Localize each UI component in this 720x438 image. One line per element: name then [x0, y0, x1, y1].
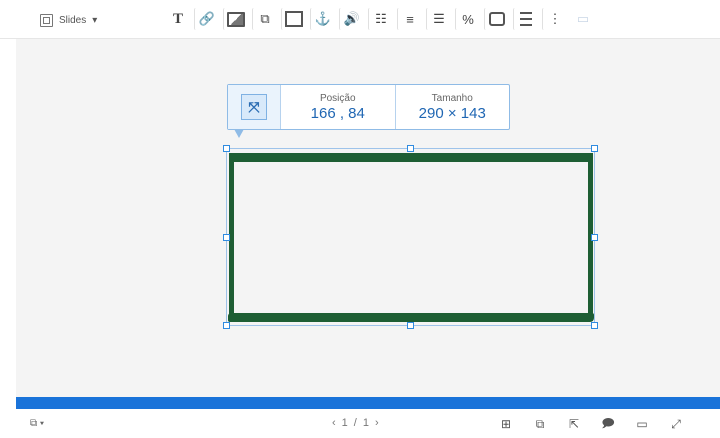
current-slide-number: 1 [341, 417, 348, 429]
position-readout: Posição 166 , 84 [281, 85, 395, 129]
notes-slide-icon: ▭ [636, 417, 648, 431]
position-size-tooltip: ⤧ Posição 166 , 84 Tamanho 290 × 143 [227, 84, 510, 138]
selection-outline [226, 148, 595, 326]
percent-tool-icon: % [462, 11, 474, 27]
slide-actions: ⊞ ⧉ ⇱ 🗩 ▭ ⤢ [494, 415, 688, 433]
duplicate-slide-button[interactable]: ⧉ [528, 415, 552, 433]
chevron-down-icon: ▾ [92, 14, 98, 26]
next-slide-button[interactable]: › [375, 417, 379, 429]
panel-toggle-icon: ▭ [576, 11, 590, 26]
position-value: 166 , 84 [310, 104, 365, 122]
resize-handle-bottom[interactable] [407, 322, 414, 329]
resize-handle-left[interactable] [223, 234, 230, 241]
slides-menu-label: Slides [59, 14, 87, 26]
slides-icon [40, 13, 53, 27]
text-tool-button[interactable]: T [166, 8, 190, 30]
slides-menu[interactable]: Slides ▾ [40, 10, 97, 30]
resize-handle-top-right[interactable] [591, 145, 598, 152]
slides-panel-button[interactable]: ⧉ ▾ [30, 418, 44, 429]
align-tool-icon [520, 12, 532, 26]
comment-tool-icon [489, 12, 505, 26]
prev-slide-button[interactable]: ‹ [332, 417, 336, 429]
slide-pager: ‹ 1 / 1 › [332, 417, 379, 429]
shape-tool-button[interactable]: ⧉ [252, 8, 277, 30]
expand-icon: ⤧ [248, 98, 260, 115]
video-tool-button[interactable] [281, 8, 306, 30]
numbered-list-button[interactable]: ≡ [397, 8, 422, 30]
size-label: Tamanho [431, 92, 473, 104]
audio-tool-button[interactable]: 🔊 [339, 8, 364, 30]
add-slide-button[interactable]: ⊞ [494, 415, 518, 433]
size-readout: Tamanho 290 × 143 [394, 85, 510, 129]
bottom-bar: ⧉ ▾ ‹ 1 / 1 › ⊞ ⧉ ⇱ 🗩 ▭ ⤢ [0, 409, 720, 438]
image-tool-button[interactable] [223, 8, 248, 30]
link-tool-icon: 🔗 [198, 11, 216, 26]
export-slide-button[interactable]: ⇱ [562, 415, 586, 433]
fullscreen-button[interactable]: ⤢ [664, 415, 688, 433]
more-menu-icon: ⋮ [548, 11, 562, 26]
more-menu-button[interactable]: ⋮ [542, 8, 567, 30]
text-tool-icon: T [172, 10, 183, 27]
slides-panel-icon: ⧉ [30, 418, 38, 429]
align-tool-button[interactable] [513, 8, 538, 30]
link-tool-button[interactable]: 🔗 [194, 8, 219, 30]
resize-handle-top-left[interactable] [223, 145, 230, 152]
fit-section: ⤧ [228, 85, 281, 129]
options-tool-button[interactable]: ☷ [368, 8, 393, 30]
comment-tool-button[interactable] [484, 8, 509, 30]
anchor-tool-button[interactable]: ⚓ [310, 8, 335, 30]
anchor-tool-icon: ⚓ [314, 11, 332, 26]
notes-slide-button[interactable]: ▭ [630, 415, 654, 433]
percent-tool-button[interactable]: % [455, 8, 480, 30]
toolbar-tools: T 🔗 ⧉ ⚓ 🔊 ☷ ≡ ☰ % ⋮ ▭ [166, 8, 595, 30]
fit-to-slide-button[interactable]: ⤧ [241, 94, 267, 120]
slide-strip-bar [16, 397, 720, 409]
size-value: 290 × 143 [418, 104, 486, 122]
image-tool-icon [227, 11, 245, 27]
comment-slide-icon: 🗩 [601, 415, 615, 430]
audio-tool-icon: 🔊 [343, 11, 361, 26]
bullet-list-icon: ☰ [433, 11, 445, 26]
comment-slide-button[interactable]: 🗩 [596, 415, 620, 433]
position-label: Posição [319, 92, 356, 104]
numbered-list-icon: ≡ [406, 11, 414, 27]
total-slides: 1 [362, 417, 369, 429]
resize-handle-bottom-right[interactable] [591, 322, 598, 329]
selected-shape[interactable] [223, 145, 598, 329]
add-slide-icon: ⊞ [500, 417, 512, 431]
bullet-list-button[interactable]: ☰ [426, 8, 451, 30]
options-tool-icon: ☷ [375, 11, 387, 26]
panel-toggle-button[interactable]: ▭ [571, 8, 595, 30]
duplicate-slide-icon: ⧉ [535, 416, 545, 431]
resize-handle-right[interactable] [591, 234, 598, 241]
chevron-down-icon: ▾ [39, 418, 45, 429]
editor-toolbar: Slides ▾ T 🔗 ⧉ ⚓ 🔊 ☷ ≡ ☰ % ⋮ ▭ [0, 0, 720, 39]
pager-separator: / [353, 417, 357, 429]
export-slide-icon: ⇱ [568, 417, 580, 431]
fullscreen-icon: ⤢ [671, 416, 681, 431]
video-tool-icon [285, 11, 303, 27]
shape-tool-icon: ⧉ [260, 11, 270, 26]
resize-handle-top[interactable] [407, 145, 414, 152]
resize-handle-bottom-left[interactable] [223, 322, 230, 329]
